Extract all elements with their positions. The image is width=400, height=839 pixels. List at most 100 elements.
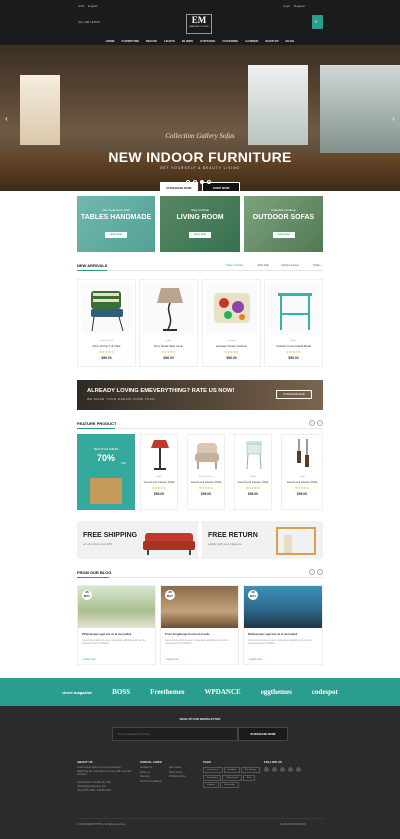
slider-dot[interactable] <box>207 180 211 184</box>
product-name[interactable]: Castello Cove Capital Metal <box>265 344 322 348</box>
tag-chip[interactable]: summer <box>203 782 219 788</box>
footer: SIGN UP FOR NEWSLETTER PURCHASE NOW ABOU… <box>0 706 400 839</box>
hero-subtitle: Collection Gallery Sofas <box>165 132 235 140</box>
blog-post-title[interactable]: Pellentesque eget nisl mi id met pelled <box>82 633 151 636</box>
product-name[interactable]: Good Luck Cavern Chair <box>282 480 322 484</box>
product-card[interactable]: Cushion Heritage Ornate Cushion ★★★★★ $5… <box>202 279 261 367</box>
blog-read-more[interactable]: + Read more <box>82 658 96 661</box>
product-category: Sofas & Chairs <box>198 476 214 478</box>
instagram-icon[interactable] <box>296 767 301 772</box>
feature-promo[interactable]: NEW STYLE TABLES 70% OFF <box>77 434 135 510</box>
product-card[interactable]: Tables Castello Cove Capital Metal ★★★★★… <box>264 279 323 367</box>
free-return-banner[interactable]: FREE RETURN satisfy with your pleasure <box>202 521 323 559</box>
language-select[interactable]: English <box>88 4 98 8</box>
tag-chip[interactable]: Fun design <box>219 782 239 788</box>
banner-tables[interactable]: New Collection 2016 TABLES HANDMADE SHOP… <box>77 196 155 252</box>
blog-prev-button[interactable]: ‹ <box>309 569 315 575</box>
brand-logo[interactable]: WPDANCE <box>205 688 241 696</box>
hero-prev-arrow[interactable]: ‹ <box>2 113 11 125</box>
rate-purchase-button[interactable]: PURCHASE NOW <box>276 390 312 399</box>
nav-curtains[interactable]: CURTAINS <box>200 39 215 43</box>
brand-logo[interactable]: eggthemes <box>261 688 292 696</box>
nav-lights[interactable]: LIGHTS <box>164 39 175 43</box>
nav-garden[interactable]: GARDEN <box>245 39 258 43</box>
pinterest-icon[interactable] <box>288 767 293 772</box>
blog-post-title[interactable]: Proin fringilla eget lorem id et velle <box>165 633 234 636</box>
tab-sofas-chairs[interactable]: Sofas & Chairs <box>226 264 243 267</box>
tag-chip[interactable]: beautiful <box>223 767 240 773</box>
brand-logo[interactable]: BOSS <box>112 688 130 696</box>
tab-tables[interactable]: Tables <box>313 264 321 267</box>
product-name[interactable]: Good Luck Cavern Chair <box>141 480 177 484</box>
product-image[interactable] <box>81 283 132 335</box>
blog-post[interactable]: 26 MAY Pellentesque eget nisl mi id met p… <box>77 585 156 665</box>
nav-covering[interactable]: COVERING <box>222 39 238 43</box>
nav-decor[interactable]: DECOR <box>146 39 157 43</box>
product-name[interactable]: Heritage Ornate Cushion <box>203 344 260 348</box>
brand-logo[interactable]: Freethemes <box>150 688 184 696</box>
slider-dot[interactable] <box>193 180 197 184</box>
hero-next-arrow[interactable]: › <box>389 113 398 125</box>
tag-chip[interactable]: Fun design <box>240 767 260 773</box>
product-name[interactable]: Good Luck Cavern Chair <box>188 480 224 484</box>
banner-shop-button[interactable]: SHOP NOW <box>189 232 211 238</box>
currency-select[interactable]: USD <box>78 4 84 8</box>
facebook-icon[interactable] <box>264 767 269 772</box>
nav-furniture[interactable]: FURNITURE <box>122 39 139 43</box>
blog-post-title[interactable]: Pellentesque eget nisl mi id met pelled <box>248 633 318 636</box>
footer-link[interactable]: Terms & Conditions <box>140 780 162 785</box>
brand-logo[interactable]: codespot <box>312 688 338 696</box>
google-plus-icon[interactable] <box>280 767 285 772</box>
banner-title: LIVING ROOM <box>176 214 224 221</box>
login-link[interactable]: Login <box>283 4 290 8</box>
blog-read-more[interactable]: + Read more <box>248 658 262 661</box>
tag-chip[interactable]: Best <box>242 774 256 781</box>
product-name[interactable]: Arbor Dining T-ill Chair <box>78 344 135 348</box>
feature-prev-button[interactable]: ‹ <box>309 420 315 426</box>
tag-chip[interactable]: accessories <box>203 767 223 773</box>
tab-lights-lamps[interactable]: Lights & Lamps <box>281 264 299 267</box>
product-card[interactable]: Tables Good Luck Cavern Chair ★★★★★ $56.… <box>234 434 272 510</box>
banner-living[interactable]: Stay At Mode LIVING ROOM SHOP NOW <box>160 196 240 252</box>
register-link[interactable]: Register <box>294 4 305 8</box>
banner-pre: Stay At Mode <box>191 208 209 212</box>
brand-logo[interactable]: street magazine <box>62 690 92 695</box>
slider-dot[interactable] <box>200 180 204 184</box>
banner-shop-button[interactable]: SHOP NOW <box>105 232 127 238</box>
newsletter-email-input[interactable] <box>112 727 238 741</box>
newsletter-submit-button[interactable]: PURCHASE NOW <box>238 727 288 741</box>
banner-shop-button[interactable]: SHOP NOW <box>272 232 295 238</box>
shipping-subtitle: on all orders over $50 <box>83 542 113 546</box>
product-name[interactable]: Floor Metal Table Lamp <box>140 344 197 348</box>
product-image[interactable] <box>268 283 319 335</box>
product-card[interactable]: Sofas & Chairs Good Luck Cavern Chair ★★… <box>187 434 225 510</box>
product-name[interactable]: Good Luck Cavern Chair <box>235 480 271 484</box>
blog-post[interactable]: 29 MAY Pellentesque eget nisl mi id met p… <box>243 585 323 665</box>
about-title: ABOUT US <box>77 760 93 764</box>
nav-blinds[interactable]: BLINDS <box>182 39 193 43</box>
tab-best-sale[interactable]: Best Sale <box>258 264 269 267</box>
tag-chip[interactable]: bestsellers <box>203 774 222 781</box>
tag-chip[interactable]: Waterboard <box>222 774 242 781</box>
red-sofa-illustration <box>143 533 195 555</box>
blog-post[interactable]: 28 MAY Proin fringilla eget lorem id et v… <box>160 585 239 665</box>
blog-next-button[interactable]: › <box>317 569 323 575</box>
twitter-icon[interactable] <box>272 767 277 772</box>
slider-dot[interactable] <box>186 180 190 184</box>
cart-button[interactable]: 0 <box>312 15 323 29</box>
free-shipping-banner[interactable]: FREE SHIPPING on all orders over $50 <box>77 521 198 559</box>
product-image[interactable] <box>143 283 194 335</box>
nav-blog[interactable]: BLOG <box>286 39 295 43</box>
banner-outdoor[interactable]: Collection Sunless OUTDOOR SOFAS SHOP NO… <box>244 196 323 252</box>
nav-shop[interactable]: SHOP EP <box>265 39 278 43</box>
product-card[interactable]: Lights Good Luck Cavern Chair ★★★★★ $56.… <box>281 434 323 510</box>
product-card[interactable]: Lights Good Luck Cavern Chair ★★★★★ $56.… <box>140 434 178 510</box>
feature-next-button[interactable]: › <box>317 420 323 426</box>
blog-read-more[interactable]: + Read more <box>165 658 179 661</box>
product-card[interactable]: Sofas & Chairs Arbor Dining T-ill Chair … <box>77 279 136 367</box>
product-card[interactable]: Lights Floor Metal Table Lamp ★★★★★ $56.… <box>139 279 198 367</box>
product-image[interactable] <box>206 283 257 335</box>
nav-home[interactable]: HOME <box>106 39 115 43</box>
site-logo[interactable]: EM EMEVERYTHING <box>186 14 212 34</box>
footer-link[interactable]: Wishlist orders <box>169 775 185 780</box>
